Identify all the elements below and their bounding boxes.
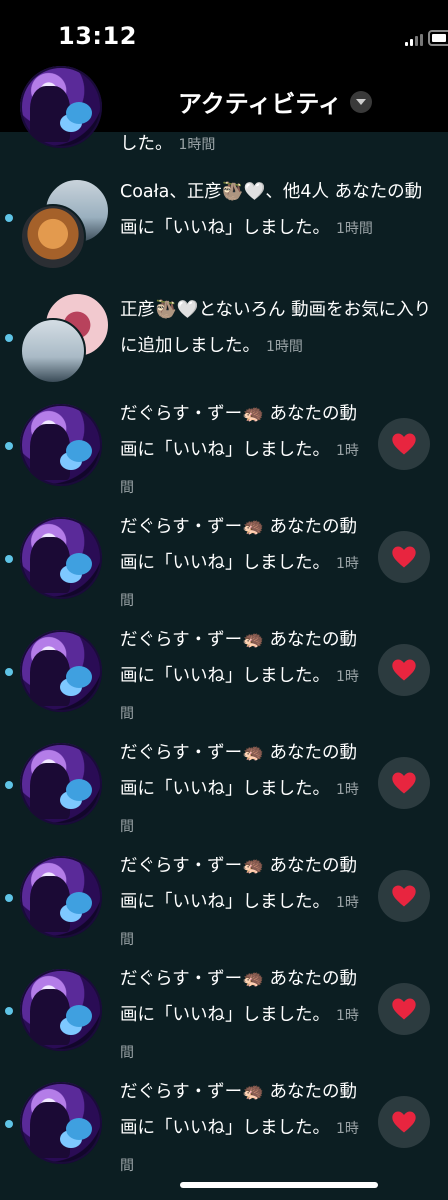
unread-dot bbox=[5, 894, 13, 902]
heart-icon bbox=[392, 546, 416, 568]
heart-icon bbox=[392, 433, 416, 455]
unread-dot bbox=[5, 334, 13, 342]
list-item[interactable]: した。 1時間 bbox=[0, 66, 448, 160]
notification-text: だぐらす・ずー🦔 あなたの動画に「いいね」しました。 1時間 bbox=[120, 856, 359, 948]
unread-dot bbox=[5, 555, 13, 563]
avatar bbox=[20, 204, 86, 270]
notification-text: だぐらす・ずー🦔 あなたの動画に「いいね」しました。 1時間 bbox=[120, 743, 359, 835]
avatar bbox=[20, 318, 86, 384]
avatar bbox=[20, 66, 102, 148]
status-bar: 13:12 bbox=[0, 0, 448, 72]
notification-text: だぐらす・ずー🦔 あなたの動画に「いいね」しました。 1時間 bbox=[120, 517, 359, 609]
notification-text: Coała、正彦🦥🤍、他4人 あなたの動画に「いいね」しました。 1時間 bbox=[120, 182, 423, 238]
unread-dot bbox=[5, 781, 13, 789]
like-back-button[interactable] bbox=[378, 983, 430, 1035]
list-item[interactable]: だぐらす・ずー🦔 あなたの動画に「いいね」しました。 1時間 bbox=[0, 735, 448, 847]
list-item[interactable]: 正彦🦥🤍とないろん 動画をお気に入りに追加しました。 1時間 bbox=[0, 290, 448, 384]
status-time: 13:12 bbox=[58, 22, 137, 50]
battery-icon bbox=[428, 30, 448, 46]
list-item[interactable]: だぐらす・ずー🦔 あなたの動画に「いいね」しました。 1時間 bbox=[0, 622, 448, 734]
heart-icon bbox=[392, 885, 416, 907]
heart-icon bbox=[392, 772, 416, 794]
like-back-button[interactable] bbox=[378, 870, 430, 922]
signal-icon bbox=[405, 34, 423, 46]
like-back-button[interactable] bbox=[378, 531, 430, 583]
list-item[interactable]: だぐらす・ずー🦔 あなたの動画に「いいね」しました。 1時間 bbox=[0, 396, 448, 508]
notification-text: だぐらす・ずー🦔 あなたの動画に「いいね」しました。 1時間 bbox=[120, 969, 359, 1061]
like-back-button[interactable] bbox=[378, 1096, 430, 1148]
unread-dot bbox=[5, 442, 13, 450]
avatar bbox=[20, 743, 102, 825]
avatar-group bbox=[20, 292, 120, 384]
heart-icon bbox=[392, 1111, 416, 1133]
like-back-button[interactable] bbox=[378, 757, 430, 809]
list-item[interactable]: だぐらす・ずー🦔 あなたの動画に「いいね」しました。 1時間 bbox=[0, 1074, 448, 1186]
avatar bbox=[20, 404, 102, 486]
unread-dot bbox=[5, 1007, 13, 1015]
heart-icon bbox=[392, 659, 416, 681]
home-indicator[interactable] bbox=[180, 1182, 378, 1188]
notification-text: だぐらす・ずー🦔 あなたの動画に「いいね」しました。 1時間 bbox=[120, 630, 359, 722]
notification-text: だぐらす・ずー🦔 あなたの動画に「いいね」しました。 1時間 bbox=[120, 404, 359, 496]
unread-dot bbox=[5, 1120, 13, 1128]
list-item[interactable]: Coała、正彦🦥🤍、他4人 あなたの動画に「いいね」しました。 1時間 bbox=[0, 172, 448, 278]
heart-icon bbox=[392, 998, 416, 1020]
avatar bbox=[20, 630, 102, 712]
list-item[interactable]: だぐらす・ずー🦔 あなたの動画に「いいね」しました。 1時間 bbox=[0, 961, 448, 1073]
avatar bbox=[20, 969, 102, 1051]
like-back-button[interactable] bbox=[378, 644, 430, 696]
unread-dot bbox=[5, 214, 13, 222]
list-item[interactable]: だぐらす・ずー🦔 あなたの動画に「いいね」しました。 1時間 bbox=[0, 509, 448, 621]
like-back-button[interactable] bbox=[378, 418, 430, 470]
avatar bbox=[20, 856, 102, 938]
notification-text: だぐらす・ずー🦔 あなたの動画に「いいね」しました。 1時間 bbox=[120, 1082, 359, 1174]
notification-text: した。 1時間 bbox=[120, 134, 216, 154]
avatar-group bbox=[20, 178, 120, 270]
avatar bbox=[20, 1082, 102, 1164]
unread-dot bbox=[5, 668, 13, 676]
notification-text: 正彦🦥🤍とないろん 動画をお気に入りに追加しました。 1時間 bbox=[120, 300, 432, 356]
avatar bbox=[20, 517, 102, 599]
list-item[interactable]: だぐらす・ずー🦔 あなたの動画に「いいね」しました。 1時間 bbox=[0, 848, 448, 960]
